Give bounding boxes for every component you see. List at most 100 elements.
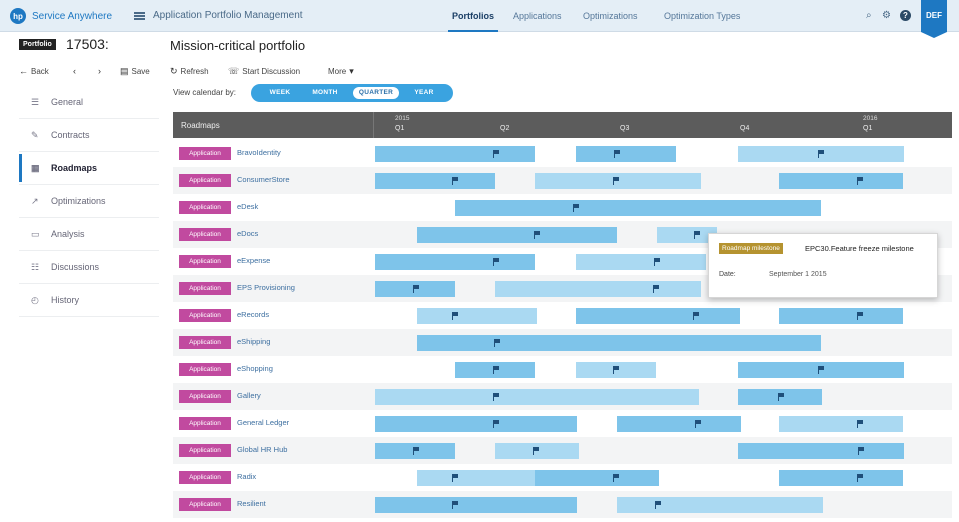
milestone-flag-icon[interactable] — [857, 177, 864, 185]
milestone-flag-icon[interactable] — [778, 393, 785, 401]
milestone-flag-icon[interactable] — [613, 366, 620, 374]
save-button[interactable]: ▤ Save — [120, 66, 150, 77]
topnav-optimization-types[interactable]: Optimization Types — [664, 11, 740, 21]
milestone-flag-icon[interactable] — [452, 177, 459, 185]
topnav-portfolios[interactable]: Portfolios — [448, 11, 498, 32]
milestone-flag-icon[interactable] — [857, 420, 864, 428]
view-quarter-button[interactable]: QUARTER — [353, 87, 399, 99]
milestone-flag-icon[interactable] — [655, 501, 662, 509]
milestone-flag-icon[interactable] — [653, 285, 660, 293]
previous-button[interactable]: ‹ — [73, 66, 76, 76]
roadmap-bar[interactable] — [779, 416, 903, 432]
milestone-flag-icon[interactable] — [493, 150, 500, 158]
roadmap-bar[interactable] — [738, 389, 822, 405]
sidebar-item-contracts[interactable]: ✎ Contracts — [19, 119, 159, 152]
roadmap-bar[interactable] — [495, 281, 701, 297]
roadmap-bar[interactable] — [417, 335, 821, 351]
roadmap-bar[interactable] — [617, 416, 741, 432]
roadmap-bar[interactable] — [375, 497, 577, 513]
milestone-flag-icon[interactable] — [654, 258, 661, 266]
milestone-flag-icon[interactable] — [494, 339, 501, 347]
milestone-flag-icon[interactable] — [693, 312, 700, 320]
milestone-flag-icon[interactable] — [413, 285, 420, 293]
milestone-flag-icon[interactable] — [493, 366, 500, 374]
milestone-flag-icon[interactable] — [857, 312, 864, 320]
brand[interactable]: hp Service Anywhere — [10, 8, 112, 24]
milestone-flag-icon[interactable] — [493, 420, 500, 428]
application-link[interactable]: Radix — [237, 472, 256, 481]
user-avatar[interactable]: DEF — [921, 0, 947, 38]
milestone-flag-icon[interactable] — [695, 420, 702, 428]
sidebar-item-optimizations[interactable]: ↗ Optimizations — [19, 185, 159, 218]
roadmap-bar[interactable] — [375, 173, 495, 189]
roadmap-bar[interactable] — [375, 146, 535, 162]
roadmap-bar[interactable] — [417, 470, 537, 486]
roadmap-bar[interactable] — [779, 308, 903, 324]
roadmap-bar[interactable] — [576, 308, 740, 324]
sidebar-item-discussions[interactable]: ☷ Discussions — [19, 251, 159, 284]
milestone-flag-icon[interactable] — [533, 447, 540, 455]
topnav-applications[interactable]: Applications — [513, 11, 562, 21]
view-year-button[interactable]: YEAR — [407, 87, 441, 99]
roadmap-bar[interactable] — [738, 362, 904, 378]
app-menu[interactable]: Application Portfolio Management — [134, 10, 303, 21]
help-icon[interactable]: ? — [900, 10, 911, 21]
settings-icon[interactable]: ⚙ — [882, 10, 891, 22]
sidebar-item-roadmaps[interactable]: ▦ Roadmaps — [19, 152, 159, 185]
roadmap-bar[interactable] — [738, 146, 904, 162]
milestone-flag-icon[interactable] — [613, 177, 620, 185]
roadmap-bar[interactable] — [455, 200, 821, 216]
roadmap-bar[interactable] — [576, 254, 706, 270]
start-discussion-button[interactable]: ☏ Start Discussion — [228, 66, 300, 77]
application-link[interactable]: ConsumerStore — [237, 175, 290, 184]
application-link[interactable]: General Ledger — [237, 418, 289, 427]
roadmap-bar[interactable] — [738, 443, 904, 459]
roadmap-bar[interactable] — [535, 470, 659, 486]
topnav-optimizations[interactable]: Optimizations — [583, 11, 638, 21]
application-link[interactable]: eShipping — [237, 337, 270, 346]
sidebar-item-analysis[interactable]: ▭ Analysis — [19, 218, 159, 251]
milestone-flag-icon[interactable] — [613, 474, 620, 482]
refresh-button[interactable]: ↻ Refresh — [170, 66, 209, 77]
milestone-flag-icon[interactable] — [534, 231, 541, 239]
application-link[interactable]: Global HR Hub — [237, 445, 287, 454]
application-link[interactable]: BravoIdentity — [237, 148, 281, 157]
sidebar-item-history[interactable]: ◴ History — [19, 284, 159, 317]
roadmap-bar[interactable] — [455, 362, 535, 378]
milestone-flag-icon[interactable] — [493, 393, 500, 401]
milestone-flag-icon[interactable] — [493, 258, 500, 266]
roadmap-bar[interactable] — [375, 254, 535, 270]
milestone-flag-icon[interactable] — [818, 366, 825, 374]
hamburger-icon[interactable] — [134, 11, 145, 20]
roadmap-bar[interactable] — [535, 173, 701, 189]
milestone-flag-icon[interactable] — [694, 231, 701, 239]
application-link[interactable]: Gallery — [237, 391, 261, 400]
more-button[interactable]: More ▾ — [328, 66, 354, 77]
roadmap-bar[interactable] — [375, 443, 455, 459]
milestone-flag-icon[interactable] — [452, 474, 459, 482]
search-icon[interactable]: ⌕ — [866, 10, 872, 22]
view-month-button[interactable]: MONTH — [305, 87, 345, 99]
sidebar-item-general[interactable]: ☰ General — [19, 86, 159, 119]
next-button[interactable]: › — [98, 66, 101, 76]
roadmap-bar[interactable] — [495, 443, 579, 459]
application-link[interactable]: eShopping — [237, 364, 273, 373]
roadmap-bar[interactable] — [375, 389, 699, 405]
roadmap-bar[interactable] — [417, 227, 617, 243]
milestone-flag-icon[interactable] — [413, 447, 420, 455]
roadmap-bar[interactable] — [375, 281, 455, 297]
milestone-flag-icon[interactable] — [452, 501, 459, 509]
milestone-flag-icon[interactable] — [452, 312, 459, 320]
roadmap-bar[interactable] — [417, 308, 537, 324]
application-link[interactable]: eDocs — [237, 229, 258, 238]
roadmap-bar[interactable] — [779, 173, 903, 189]
roadmap-bar[interactable] — [617, 497, 823, 513]
application-link[interactable]: Resilient — [237, 499, 266, 508]
roadmap-bar[interactable] — [375, 416, 577, 432]
milestone-flag-icon[interactable] — [858, 447, 865, 455]
milestone-flag-icon[interactable] — [614, 150, 621, 158]
back-button[interactable]: ← Back — [19, 66, 49, 76]
roadmap-bar[interactable] — [576, 362, 656, 378]
application-link[interactable]: eExpense — [237, 256, 270, 265]
milestone-flag-icon[interactable] — [818, 150, 825, 158]
